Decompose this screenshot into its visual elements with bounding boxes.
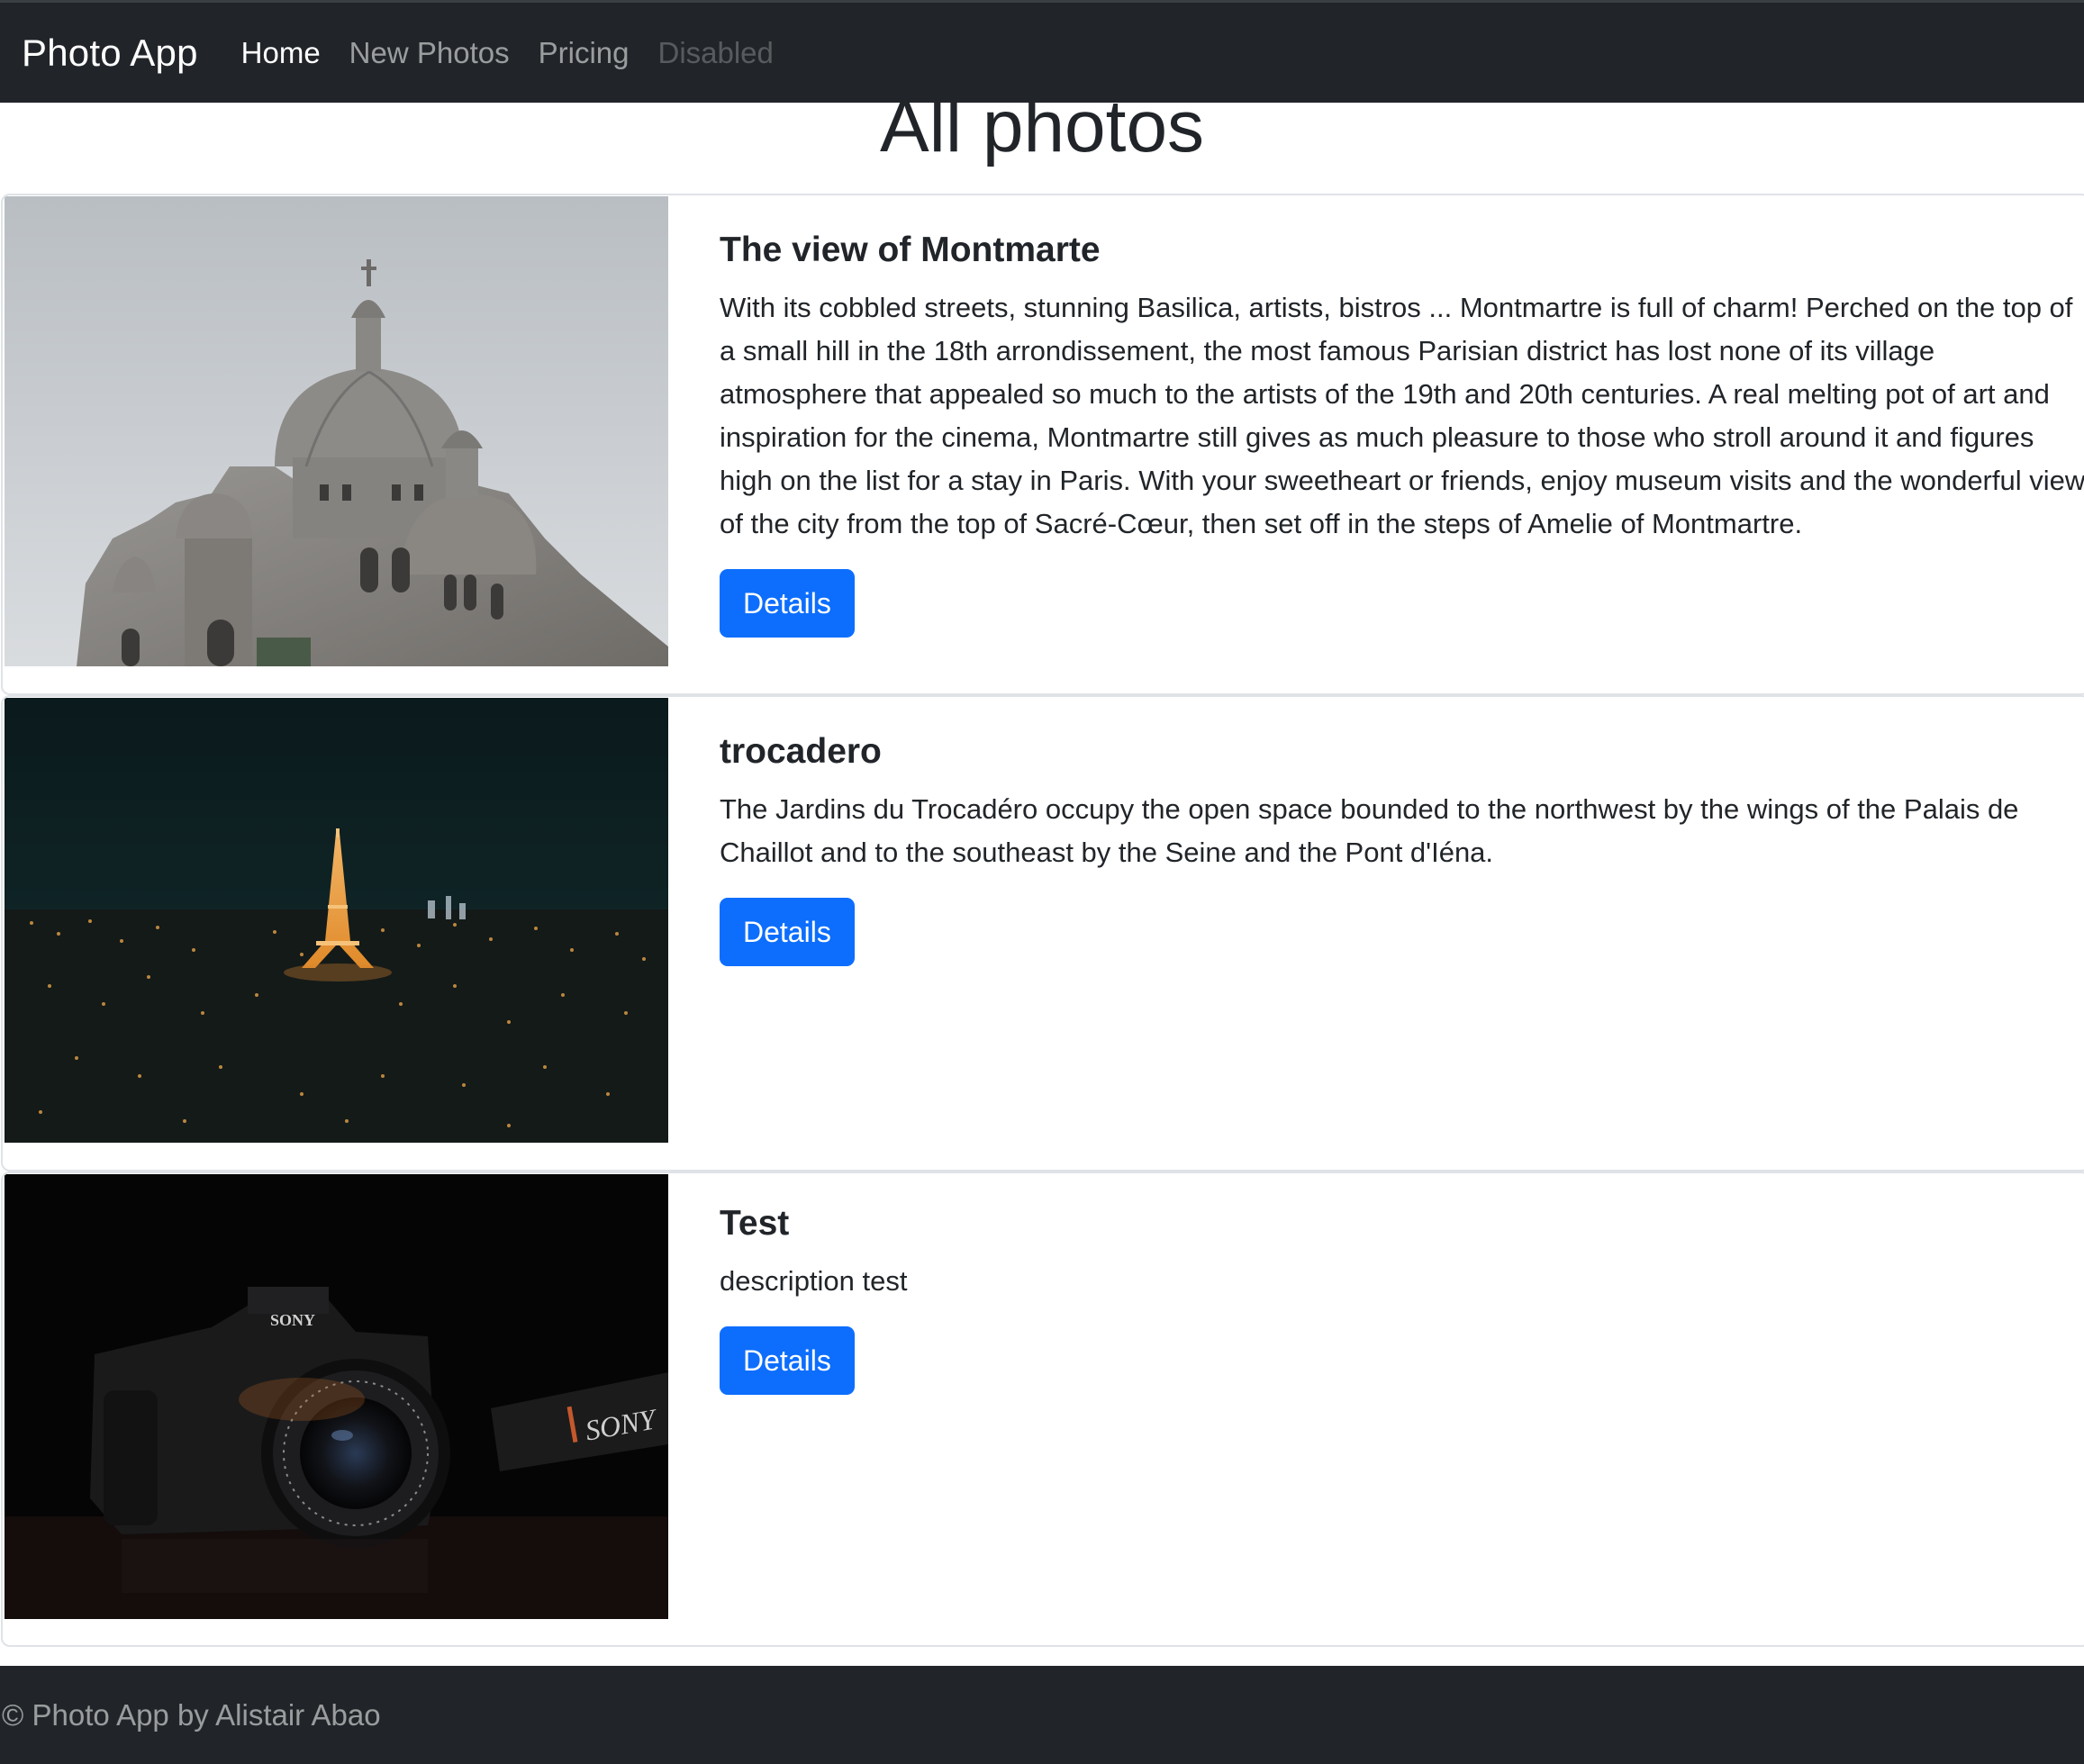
photo-card-image (5, 196, 668, 666)
details-button[interactable]: Details (720, 1326, 855, 1395)
photo-card-description: description test (720, 1265, 908, 1297)
photo-card-title: The view of Montmarte (720, 231, 1101, 269)
photo-card-body: trocadero The Jardins du Trocadéro occup… (720, 728, 2084, 966)
photo-card-title: Test (720, 1204, 790, 1243)
nav-link-disabled: Disabled (657, 35, 774, 69)
photo-card-body: The view of Montmarte With its cobbled s… (720, 227, 2084, 638)
page-title: All photos (879, 86, 1205, 167)
nav-link-home[interactable]: Home (241, 36, 321, 70)
navbar-brand[interactable]: Photo App (22, 32, 198, 75)
photo-card: The view of Montmarte With its cobbled s… (1, 194, 2084, 695)
nav-link-new-photos[interactable]: New Photos (349, 36, 510, 70)
sony-camera-photo: SONY SONY (5, 1174, 668, 1619)
details-button[interactable]: Details (720, 569, 855, 638)
sacre-coeur-photo (5, 196, 668, 666)
photo-card-description: With its cobbled streets, stunning Basil… (720, 292, 2084, 539)
photo-card: SONY SONY Test description test Details (1, 1171, 2084, 1647)
photo-card-image (5, 698, 668, 1143)
eiffel-tower-night-photo (5, 698, 668, 1143)
footer-copyright: © Photo App by Alistair Abao (2, 1697, 381, 1732)
camera-logo: SONY (270, 1311, 315, 1329)
photo-card-description: The Jardins du Trocadéro occupy the open… (720, 793, 2019, 868)
nav-link-pricing[interactable]: Pricing (539, 36, 630, 70)
details-button[interactable]: Details (720, 898, 855, 966)
footer: © Photo App by Alistair Abao (0, 1666, 2084, 1764)
photo-card-image: SONY SONY (5, 1174, 668, 1619)
photo-card: trocadero The Jardins du Trocadéro occup… (1, 695, 2084, 1171)
photo-card-body: Test description test Details (720, 1200, 2084, 1395)
photo-card-title: trocadero (720, 732, 882, 771)
